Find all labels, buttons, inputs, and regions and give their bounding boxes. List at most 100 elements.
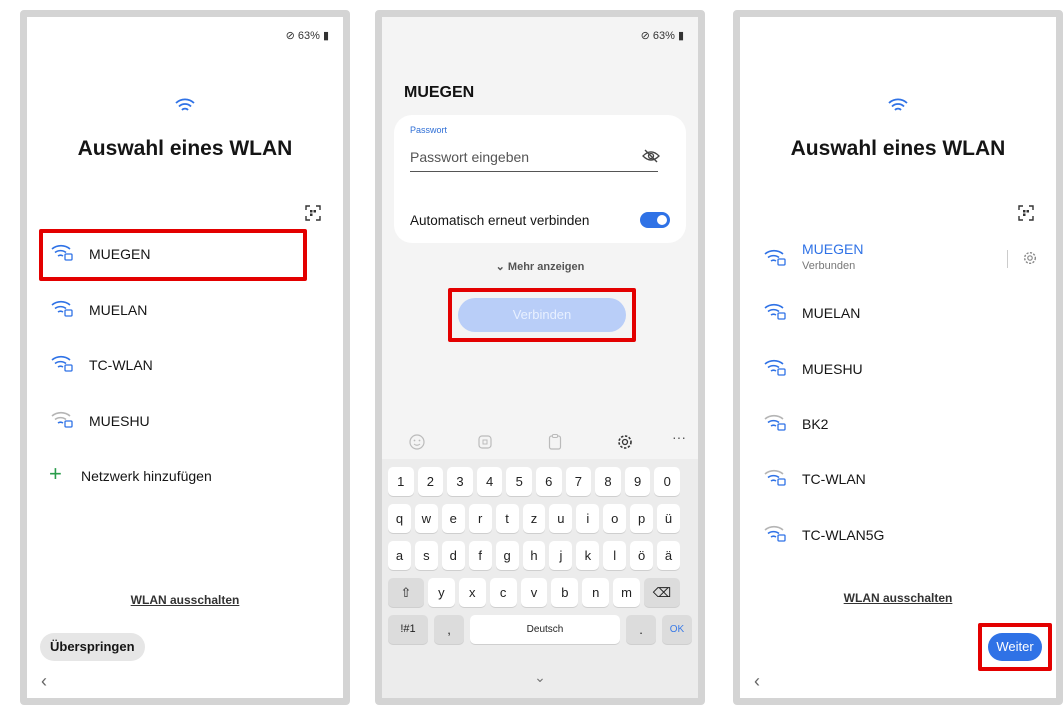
wifi-lock-icon [764,302,786,325]
key[interactable]: c [489,578,517,607]
key[interactable]: l [603,541,627,570]
highlight-frame [448,288,636,342]
wifi-off-link[interactable]: WLAN ausschalten [740,591,1056,605]
hide-password-icon[interactable] [642,149,660,168]
password-card: Passwort Automatisch erneut verbinden [394,115,686,243]
back-icon[interactable]: ‹ [41,671,47,692]
keyboard-row-3: ⇧ y x c v b n m ⌫ [388,578,692,607]
keyboard-row-digits: 1234567890 [388,467,692,496]
network-item[interactable]: MUESHU [740,344,1056,394]
highlight-frame [39,229,307,281]
key[interactable]: 3 [447,467,473,496]
network-item-connected[interactable]: MUEGEN Verbunden [740,234,1056,284]
more-options-icon[interactable]: ··· [672,429,692,449]
key[interactable]: z [522,504,546,533]
network-item[interactable]: BK2 [740,399,1056,449]
show-more-link[interactable]: ⌄ Mehr anzeigen [382,260,698,273]
key[interactable]: 8 [595,467,621,496]
key[interactable]: p [630,504,654,533]
dnd-icon: ⊘ [285,30,295,42]
key[interactable]: i [576,504,600,533]
key[interactable]: x [458,578,486,607]
keyboard-row-2: asdfghjklöä [388,541,692,570]
auto-reconnect-toggle[interactable] [640,212,670,228]
key[interactable]: ö [630,541,654,570]
phone-screen-password: ⊘ 63% ▮ MUEGEN Passwort Automatisch erne… [375,10,705,705]
network-name: MUESHU [89,413,150,429]
wifi-lock-icon [51,410,73,433]
auto-reconnect-label: Automatisch erneut verbinden [410,213,590,228]
connected-status: Verbunden [802,260,856,272]
key[interactable]: y [428,578,455,607]
key[interactable]: 9 [624,467,651,496]
network-item[interactable]: MUELAN [740,288,1056,338]
key[interactable]: g [495,541,519,570]
settings-gear-icon[interactable] [616,433,636,453]
network-name: TC-WLAN [89,357,153,373]
key[interactable]: n [582,578,610,607]
key[interactable]: o [603,504,627,533]
key[interactable]: b [551,578,579,607]
key[interactable]: 1 [388,467,414,496]
qr-scan-icon[interactable] [305,205,321,226]
key[interactable]: k [576,541,600,570]
key[interactable]: d [441,541,465,570]
network-item-tc-wlan[interactable]: TC-WLAN [27,340,343,390]
key[interactable]: w [414,504,438,533]
key[interactable]: 6 [536,467,562,496]
sticker-icon[interactable] [476,433,496,453]
emoji-icon[interactable] [408,433,428,453]
key[interactable]: u [549,504,573,533]
network-item-mueshu[interactable]: MUESHU [27,396,343,446]
hide-keyboard-icon[interactable]: ⌄ [382,669,698,686]
key[interactable]: q [388,504,411,533]
wifi-off-link[interactable]: WLAN ausschalten [27,593,343,607]
key[interactable]: f [468,541,492,570]
skip-button[interactable]: Überspringen [40,633,145,661]
phone-screen-wifi-select: ⊘ 63% ▮ Auswahl eines WLAN MUEGEN MUELAN… [20,10,350,705]
key[interactable]: r [468,504,492,533]
key[interactable]: 5 [506,467,532,496]
wifi-icon [740,97,1056,118]
dnd-icon: ⊘ [640,30,650,42]
wifi-lock-icon [764,413,786,436]
page-title: Auswahl eines WLAN [77,137,293,160]
password-input[interactable] [410,145,658,172]
back-icon[interactable]: ‹ [754,671,760,692]
key[interactable]: j [549,541,573,570]
key[interactable]: ä [657,541,680,570]
add-network-button[interactable]: + Netzwerk hinzufügen [27,451,343,501]
key-symbols[interactable]: !#1 [388,615,428,644]
key-ok[interactable]: OK [662,615,692,644]
key[interactable]: e [441,504,465,533]
key[interactable]: m [613,578,640,607]
key[interactable]: 2 [417,467,444,496]
key[interactable]: 7 [565,467,592,496]
network-item-muelan[interactable]: MUELAN [27,285,343,335]
qr-scan-icon[interactable] [1018,205,1034,226]
key-space[interactable]: Deutsch [470,615,620,644]
network-item[interactable]: TC-WLAN5G [740,510,1056,560]
key-backspace[interactable]: ⌫ [644,578,680,607]
status-bar: ⊘ 63% ▮ [641,29,684,42]
key[interactable]: v [520,578,548,607]
wifi-lock-icon [764,248,786,271]
key[interactable]: 0 [654,467,680,496]
key[interactable]: t [495,504,519,533]
highlight-frame [978,623,1052,671]
clipboard-icon[interactable] [546,433,566,453]
network-item[interactable]: TC-WLAN [740,454,1056,504]
page-title: Auswahl eines WLAN [790,137,1006,160]
network-settings-gear-icon[interactable] [1022,250,1038,271]
key[interactable]: s [414,541,438,570]
key-shift[interactable]: ⇧ [388,578,424,607]
battery-icon: ▮ [677,30,684,42]
key[interactable]: 4 [476,467,503,496]
key-period[interactable]: . [626,615,656,644]
key[interactable]: ü [657,504,680,533]
key[interactable]: h [522,541,546,570]
key-comma[interactable]: , [434,615,464,644]
key[interactable]: a [388,541,411,570]
divider [1007,250,1008,268]
keyboard-toolbar: ··· [382,427,698,459]
